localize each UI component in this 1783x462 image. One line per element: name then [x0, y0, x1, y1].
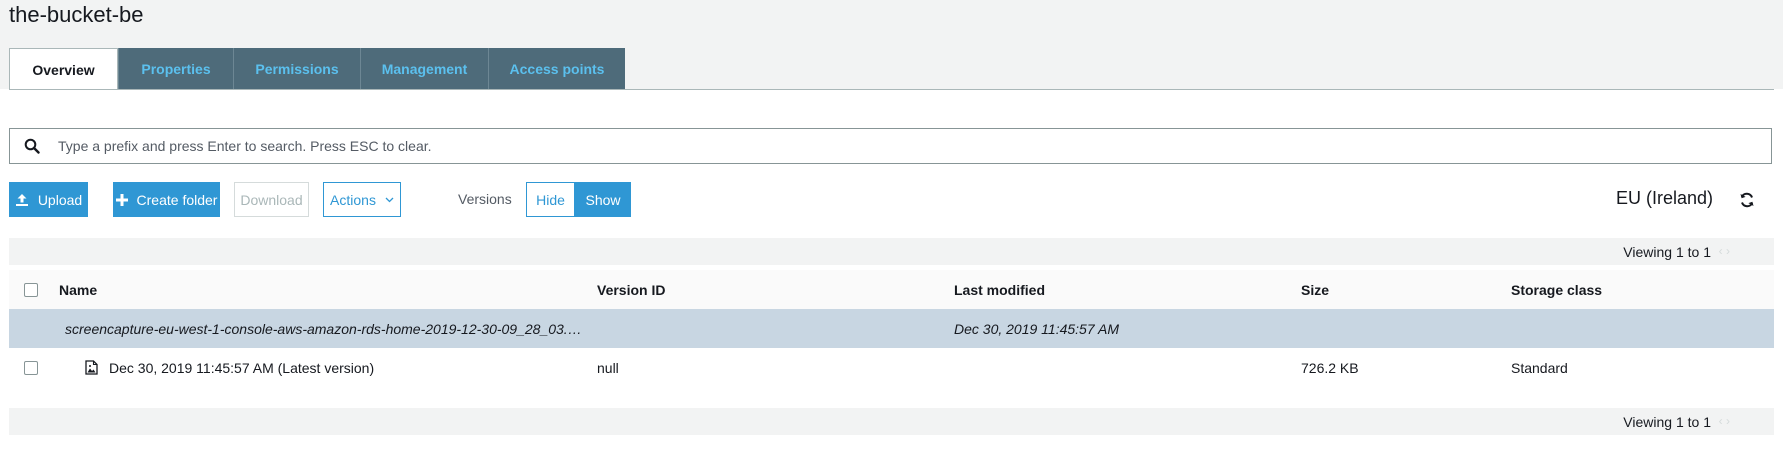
table-row-version[interactable]: Dec 30, 2019 11:45:57 AM (Latest version… — [9, 348, 1774, 387]
tab-access-points[interactable]: Access points — [488, 48, 625, 89]
plus-icon — [115, 193, 128, 206]
image-file-icon — [85, 360, 98, 375]
tab-management[interactable]: Management — [360, 48, 488, 89]
table-header: Name Version ID Last modified Size Stora… — [9, 270, 1774, 310]
versions-toggle: Hide Show — [526, 182, 631, 217]
hide-versions-button[interactable]: Hide — [526, 182, 575, 217]
download-button[interactable]: Download — [234, 182, 309, 217]
version-name[interactable]: Dec 30, 2019 11:45:57 AM (Latest version… — [109, 348, 374, 387]
create-folder-button[interactable]: Create folder — [113, 182, 220, 217]
tab-divider — [9, 89, 1774, 90]
upload-icon — [15, 193, 28, 206]
pagination-arrows-top[interactable]: ‹ › — [1719, 244, 1730, 258]
version-size: 726.2 KB — [1301, 359, 1359, 376]
actions-label: Actions — [330, 191, 376, 208]
column-header-storage-class[interactable]: Storage class — [1511, 270, 1602, 309]
row-checkbox-cell — [24, 348, 38, 387]
column-header-version-id[interactable]: Version ID — [597, 270, 665, 309]
search-bar — [9, 128, 1772, 164]
tab-overview[interactable]: Overview — [9, 48, 118, 90]
version-storage-class: Standard — [1511, 359, 1568, 376]
search-input[interactable] — [56, 137, 1771, 155]
object-last-modified: Dec 30, 2019 11:45:57 AM — [954, 320, 1119, 337]
refresh-icon[interactable] — [1738, 191, 1756, 209]
page-title: the-bucket-be — [9, 2, 144, 27]
tab-properties[interactable]: Properties — [118, 48, 233, 89]
object-name[interactable]: screencapture-eu-west-1-console-aws-amaz… — [65, 309, 582, 348]
column-header-last-modified[interactable]: Last modified — [954, 270, 1045, 309]
upload-label: Upload — [37, 191, 83, 208]
show-versions-button[interactable]: Show — [575, 182, 631, 217]
pagination-bottom: Viewing 1 to 1 ‹ › — [9, 408, 1774, 435]
row-checkbox[interactable] — [24, 360, 38, 375]
tab-permissions[interactable]: Permissions — [233, 48, 360, 89]
version-id: null — [597, 359, 619, 376]
chevron-down-icon — [385, 197, 394, 202]
table-row-object[interactable]: screencapture-eu-west-1-console-aws-amaz… — [9, 309, 1774, 348]
select-all-cell — [24, 270, 38, 309]
versions-label: Versions — [458, 191, 512, 207]
upload-button[interactable]: Upload — [9, 182, 88, 217]
search-icon — [24, 138, 40, 154]
actions-dropdown[interactable]: Actions — [323, 182, 401, 217]
column-header-name[interactable]: Name — [59, 270, 97, 309]
pagination-top: Viewing 1 to 1 ‹ › — [9, 238, 1774, 265]
pagination-text-top: Viewing 1 to 1 — [1623, 244, 1711, 260]
tab-bar: Overview Properties Permissions Manageme… — [9, 48, 625, 90]
pagination-arrows-bottom[interactable]: ‹ › — [1719, 414, 1730, 428]
pagination-text-bottom: Viewing 1 to 1 — [1623, 414, 1711, 430]
create-folder-label: Create folder — [136, 191, 218, 208]
region-label: EU (Ireland) — [1615, 188, 1713, 208]
select-all-checkbox[interactable] — [24, 282, 38, 297]
column-header-size[interactable]: Size — [1301, 270, 1329, 309]
toolbar: Upload Create folder Download Actions Ve… — [9, 182, 1774, 217]
file-icon-cell — [85, 348, 98, 387]
